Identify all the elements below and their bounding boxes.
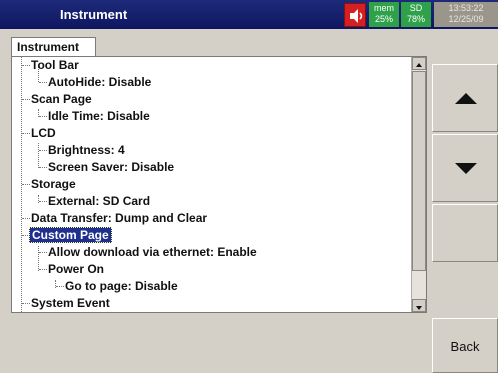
window-title: Instrument bbox=[60, 7, 128, 22]
memory-status: mem 25% bbox=[369, 2, 399, 27]
scroll-down-button[interactable] bbox=[412, 299, 426, 312]
tree-node-custom-page[interactable]: Custom Page bbox=[29, 227, 112, 244]
tree-node-allow-download[interactable]: Allow download via ethernet: Enable bbox=[46, 244, 259, 261]
tree-node-scan-page[interactable]: Scan Page bbox=[29, 91, 94, 108]
tree-connector bbox=[38, 143, 39, 168]
memory-value: 25% bbox=[374, 14, 393, 24]
up-button[interactable] bbox=[432, 64, 498, 132]
tree-panel: Tool Bar AutoHide: Disable Scan Page Idl… bbox=[11, 56, 427, 313]
sd-status: SD 78% bbox=[401, 2, 431, 27]
down-button[interactable] bbox=[432, 134, 498, 202]
tab-instrument[interactable]: Instrument bbox=[11, 37, 96, 57]
tree-connector bbox=[38, 246, 39, 271]
tree-node-power-on[interactable]: Power On bbox=[46, 261, 106, 278]
clock-time: 13:53:22 bbox=[448, 3, 484, 13]
clock-date: 12/25/09 bbox=[448, 14, 484, 24]
tree-node-idle-time[interactable]: Idle Time: Disable bbox=[46, 108, 152, 125]
back-button[interactable]: Back bbox=[432, 318, 498, 373]
scrollbar-thumb[interactable] bbox=[412, 71, 426, 271]
tree-node-external[interactable]: External: SD Card bbox=[46, 193, 152, 210]
memory-label: mem bbox=[374, 3, 394, 13]
arrow-up-icon bbox=[455, 93, 477, 104]
arrow-down-icon bbox=[455, 163, 477, 174]
tree-node-lcd[interactable]: LCD bbox=[29, 125, 58, 142]
tree-node-system-event[interactable]: System Event bbox=[29, 295, 112, 312]
title-bar: Instrument mem 25% SD 78% 13:53:22 12/25… bbox=[0, 0, 498, 29]
tree-node-screen-saver[interactable]: Screen Saver: Disable bbox=[46, 159, 176, 176]
blank-button[interactable] bbox=[432, 204, 498, 262]
sd-label: SD bbox=[409, 3, 423, 13]
tree-node-storage[interactable]: Storage bbox=[29, 176, 78, 193]
tree-node-go-to-page[interactable]: Go to page: Disable bbox=[63, 278, 180, 295]
speaker-icon[interactable] bbox=[344, 3, 366, 27]
tree-node-brightness[interactable]: Brightness: 4 bbox=[46, 142, 127, 159]
scroll-up-button[interactable] bbox=[412, 57, 426, 70]
settings-tree: Tool Bar AutoHide: Disable Scan Page Idl… bbox=[12, 57, 410, 312]
clock: 13:53:22 12/25/09 bbox=[434, 2, 498, 27]
sd-value: 78% bbox=[406, 14, 425, 24]
tree-scrollbar[interactable] bbox=[411, 57, 426, 312]
tree-node-tool-bar[interactable]: Tool Bar bbox=[29, 57, 81, 74]
tree-node-data-transfer[interactable]: Data Transfer: Dump and Clear bbox=[29, 210, 209, 227]
tree-node-autohide[interactable]: AutoHide: Disable bbox=[46, 74, 153, 91]
